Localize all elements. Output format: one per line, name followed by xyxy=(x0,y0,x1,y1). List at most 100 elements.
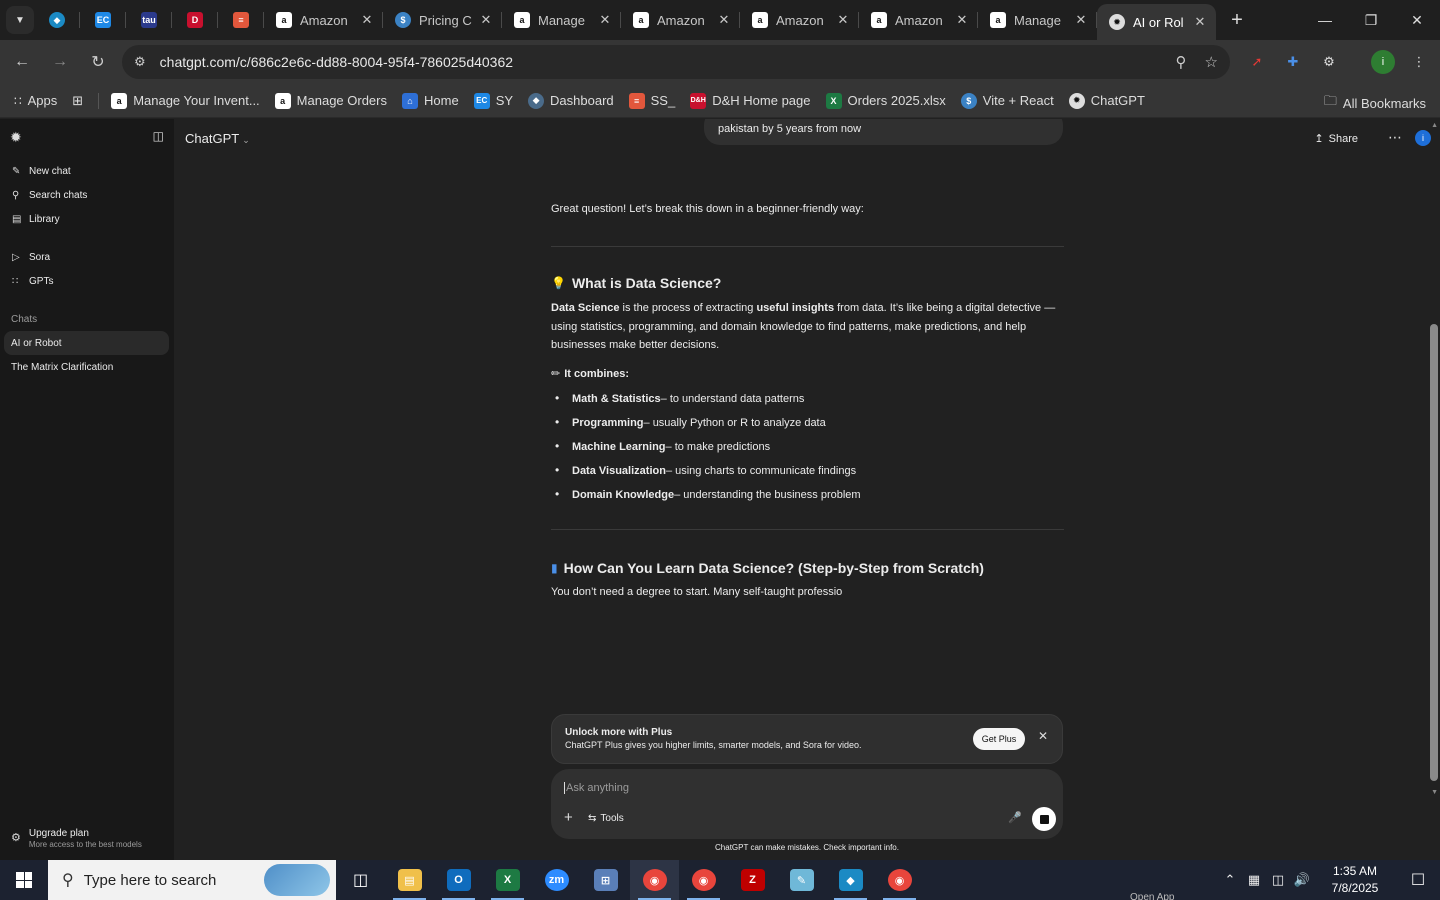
restore-icon[interactable]: ❐ xyxy=(1348,0,1394,40)
extensions-icon[interactable]: ⚙ xyxy=(1317,50,1341,74)
bookmark-star-icon[interactable]: ☆ xyxy=(1205,53,1218,71)
tab[interactable]: $ Pricing C ✕ xyxy=(383,0,502,40)
all-bookmarks[interactable]: 🗀 All Bookmarks xyxy=(1324,92,1426,114)
close-icon[interactable]: ✕ xyxy=(716,12,732,28)
chatgpt-logo-icon[interactable]: ✹ xyxy=(10,129,22,146)
taskbar-app[interactable]: ⊞ xyxy=(581,860,630,900)
reload-button[interactable]: ↻ xyxy=(80,44,116,80)
scroll-up-icon[interactable]: ▲ xyxy=(1431,122,1438,129)
chevron-up-icon[interactable]: ⌃ xyxy=(1218,872,1242,888)
zoom-icon[interactable]: ⚲ xyxy=(1176,53,1187,71)
close-icon[interactable]: ✕ xyxy=(1073,12,1089,28)
bookmark-item[interactable]: ◆ Dashboard xyxy=(528,92,614,109)
forward-button[interactable]: → xyxy=(42,44,78,80)
taskbar-app[interactable]: ✎ xyxy=(777,860,826,900)
scroll-down-icon[interactable]: ▼ xyxy=(1431,789,1438,796)
bookmark-item[interactable]: ≡ SS_ xyxy=(628,92,675,109)
sidebar-gpts[interactable]: ∷ GPTs xyxy=(12,276,53,287)
address-bar[interactable]: ⚙ chatgpt.com/c/686c2e6c-dd88-8004-95f4-… xyxy=(122,45,1230,79)
taskbar-app[interactable]: Z xyxy=(728,860,777,900)
bookmark-item[interactable]: ⌂ Home xyxy=(402,92,459,109)
composer-input[interactable]: Ask anything xyxy=(564,782,629,794)
close-icon[interactable]: ✕ xyxy=(835,12,851,28)
tab[interactable]: a Amazon ✕ xyxy=(621,0,740,40)
network-icon[interactable]: ◫ xyxy=(1266,872,1290,888)
close-icon[interactable]: ✕ xyxy=(359,12,375,28)
close-sidebar-icon[interactable]: ◫ xyxy=(153,129,164,146)
more-options-icon[interactable]: ⋯ xyxy=(1388,129,1402,146)
pinned-tab-layers[interactable]: ≡ xyxy=(218,0,264,40)
bookmark-item[interactable]: ✹ ChatGPT xyxy=(1068,92,1145,109)
security-icon[interactable]: ▦ xyxy=(1242,872,1266,888)
chat-item[interactable]: The Matrix Clarification xyxy=(4,355,169,379)
bookmark-item[interactable]: X Orders 2025.xlsx xyxy=(825,92,946,109)
upgrade-plan[interactable]: ⚙ Upgrade plan More access to the best m… xyxy=(11,828,142,849)
url-text[interactable]: chatgpt.com/c/686c2e6c-dd88-8004-95f4-78… xyxy=(160,54,1158,70)
task-view-button[interactable]: ◫ xyxy=(336,860,385,900)
bookmark-apps[interactable]: ∷ Apps xyxy=(14,93,57,108)
minimize-icon[interactable]: — xyxy=(1302,0,1348,40)
notifications-icon[interactable]: ☐ xyxy=(1396,870,1440,890)
browser-menu-icon[interactable]: ⋮ xyxy=(1407,50,1431,74)
share-button[interactable]: ↥ Share xyxy=(1314,132,1358,146)
tab[interactable]: a Manage ✕ xyxy=(978,0,1097,40)
close-icon[interactable]: ✕ xyxy=(1038,729,1048,743)
close-icon[interactable]: ✕ xyxy=(597,12,613,28)
scrollbar[interactable]: ▲ ▼ xyxy=(1428,119,1440,860)
taskbar-app[interactable]: ◉ xyxy=(679,860,728,900)
tab[interactable]: a Amazon ✕ xyxy=(740,0,859,40)
volume-icon[interactable]: 🔊 xyxy=(1290,872,1314,888)
close-icon[interactable]: ✕ xyxy=(478,12,494,28)
close-icon[interactable]: ✕ xyxy=(1192,14,1208,30)
bookmark-item[interactable]: D&H D&H Home page xyxy=(690,92,811,109)
bookmark-item[interactable]: $ Vite + React xyxy=(960,92,1054,109)
start-button[interactable] xyxy=(0,860,48,900)
bookmark-item[interactable]: a Manage Orders xyxy=(274,92,387,109)
microphone-icon[interactable]: 🎤 xyxy=(1008,811,1022,824)
taskbar-app[interactable]: zm xyxy=(532,860,581,900)
tools-button[interactable]: ⇆ Tools xyxy=(588,813,624,824)
tab-active[interactable]: ✹ AI or Rol ✕ xyxy=(1097,4,1216,40)
tab[interactable]: a Amazon ✕ xyxy=(264,0,383,40)
tab[interactable]: a Manage ✕ xyxy=(502,0,621,40)
model-selector[interactable]: ChatGPT ⌄ xyxy=(185,131,250,146)
bookmark-item[interactable]: EC SY xyxy=(473,92,513,109)
get-plus-button[interactable]: Get Plus xyxy=(973,728,1025,750)
taskbar-app[interactable]: ◆ xyxy=(826,860,875,900)
pinned-tab-tau[interactable]: tau xyxy=(126,0,172,40)
sidebar-search-chats[interactable]: ⚲ Search chats xyxy=(12,190,87,201)
site-settings-icon[interactable]: ⚙ xyxy=(134,54,146,70)
arrow-right-icon: → xyxy=(52,53,68,70)
close-icon[interactable]: ✕ xyxy=(954,12,970,28)
pdf-extension-icon[interactable]: ➚ xyxy=(1245,50,1269,74)
bookmark-item[interactable]: a Manage Your Invent... xyxy=(111,92,260,109)
profile-avatar[interactable]: i xyxy=(1371,50,1395,74)
add-attachment-icon[interactable]: + xyxy=(564,809,573,826)
chat-item-active[interactable]: AI or Robot xyxy=(4,331,169,355)
pinned-tab-ec[interactable]: EC xyxy=(80,0,126,40)
tab-search-button[interactable]: ▼ xyxy=(6,6,34,34)
taskbar-app[interactable]: ◉ xyxy=(630,860,679,900)
sidebar-library[interactable]: ▤ Library xyxy=(12,214,60,225)
stop-generating-button[interactable] xyxy=(1032,807,1056,831)
new-tab-button[interactable]: + xyxy=(1222,9,1252,32)
sidebar-new-chat[interactable]: ✎ New chat xyxy=(12,166,71,177)
taskbar-app[interactable]: O xyxy=(434,860,483,900)
taskbar-app[interactable]: ◉ xyxy=(875,860,924,900)
taskbar-app[interactable]: ▤ xyxy=(385,860,434,900)
taskbar-search[interactable]: ⚲ Type here to search xyxy=(48,860,336,900)
back-button[interactable]: ← xyxy=(4,44,40,80)
sidebar-sora[interactable]: ▷ Sora xyxy=(12,252,50,263)
bookmark-tab-groups[interactable]: ⊞ xyxy=(72,93,83,109)
pinned-tab-dh[interactable]: D xyxy=(172,0,218,40)
message-composer[interactable]: Ask anything + ⇆ Tools 🎤 xyxy=(551,769,1063,839)
close-window-icon[interactable]: ✕ xyxy=(1394,0,1440,40)
taskbar-app[interactable]: X xyxy=(483,860,532,900)
clock[interactable]: 1:35 AM 7/8/2025 xyxy=(1314,863,1396,897)
pinned-tab-tv[interactable]: ◆ xyxy=(34,0,80,40)
tab[interactable]: a Amazon ✕ xyxy=(859,0,978,40)
taskbar-search-placeholder: Type here to search xyxy=(83,871,217,889)
scrollbar-thumb[interactable] xyxy=(1430,324,1438,781)
extension-puzzle-app-icon[interactable]: ✚ xyxy=(1281,50,1305,74)
dollar-icon: $ xyxy=(960,92,977,109)
